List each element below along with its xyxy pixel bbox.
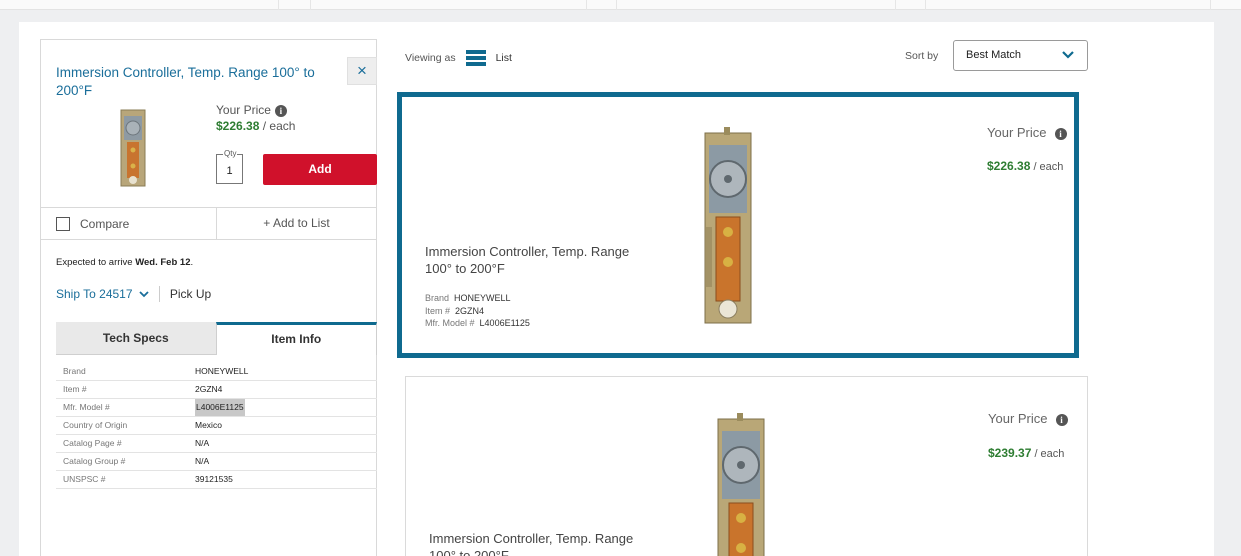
list-view-icon[interactable] <box>465 50 486 66</box>
product-image <box>717 413 765 556</box>
spec-row: Mfr. Model # L4006E1125 <box>56 399 377 417</box>
pick-up-option[interactable]: Pick Up <box>170 287 211 301</box>
your-price-label: Your Price i <box>988 411 1068 426</box>
brand-value: HONEYWELL <box>454 293 511 303</box>
compare-checkbox-group[interactable]: Compare <box>56 217 129 231</box>
compare-row: Compare + Add to List <box>41 207 376 240</box>
sort-by-label: Sort by <box>905 50 939 62</box>
delivery-date: Wed. Feb 12 <box>135 257 191 268</box>
spec-table: Brand HONEYWELL Item #2GZN4 Mfr. Model # L… <box>56 363 377 489</box>
your-price-label: Your Price i <box>216 103 287 117</box>
price-value: $226.38 <box>216 119 260 133</box>
chevron-down-icon <box>139 291 149 298</box>
quick-view-title[interactable]: Immersion Controller, Temp. Range 100° t… <box>56 64 331 100</box>
item-number: 2GZN4 <box>455 305 485 316</box>
spec-row: Country of Origin Mexico <box>56 417 377 435</box>
price: $239.37 / each <box>988 446 1064 460</box>
product-name[interactable]: Immersion Controller, Temp. Range 100° t… <box>425 243 655 277</box>
product-name[interactable]: Immersion Controller, Temp. Range 100° t… <box>429 530 659 556</box>
price-value: $239.37 <box>988 446 1032 460</box>
close-button[interactable]: × <box>347 57 377 85</box>
fulfillment-options: Ship To 24517 Pick Up <box>56 286 211 302</box>
detail-tabs: Tech Specs Item Info <box>56 322 377 355</box>
info-icon[interactable]: i <box>1055 413 1068 426</box>
compare-checkbox[interactable] <box>56 217 70 231</box>
info-icon[interactable]: i <box>1054 127 1067 140</box>
spec-row: Item #2GZN4 <box>56 381 377 399</box>
price: $226.38 / each <box>987 159 1063 173</box>
add-to-cart-button[interactable]: Add <box>263 154 377 185</box>
close-icon: × <box>357 61 367 80</box>
ship-to-selector[interactable]: Ship To 24517 <box>56 287 149 301</box>
qty-label: Qty <box>223 149 238 159</box>
product-meta: Brand HONEYWELL Item # 2GZN4 Mfr. Model … <box>425 293 530 328</box>
view-mode-label[interactable]: List <box>496 52 512 64</box>
product-thumbnail <box>120 109 146 187</box>
price: $226.38 / each <box>216 119 295 133</box>
viewing-as-label: Viewing as <box>405 52 456 64</box>
spec-row: Catalog Group # N/A <box>56 453 377 471</box>
price-value: $226.38 <box>987 159 1031 173</box>
your-price-label: Your Price i <box>987 125 1067 140</box>
compare-label: Compare <box>80 217 130 231</box>
price-unit: / each <box>259 119 296 133</box>
price-unit: / each <box>1031 448 1065 460</box>
spec-row: Catalog Page # N/A <box>56 435 377 453</box>
spec-row: UNSPSC #39121535 <box>56 471 377 489</box>
product-card-selected[interactable]: Immersion Controller, Temp. Range 100° t… <box>397 92 1079 358</box>
quick-view-panel: Immersion Controller, Temp. Range 100° t… <box>40 39 377 556</box>
tab-tech-specs[interactable]: Tech Specs <box>56 322 216 355</box>
model-number: L4006E1125 <box>479 318 530 328</box>
selected-text: L4006E1125 <box>195 399 245 416</box>
view-mode-toggle: Viewing as List <box>405 50 512 66</box>
spec-row: Brand HONEYWELL <box>56 363 377 381</box>
price-unit: / each <box>1030 161 1064 173</box>
sort-select[interactable]: Best Match <box>953 40 1088 71</box>
qty-value: 1 <box>226 165 233 177</box>
quantity-field[interactable]: Qty 1 <box>216 149 243 184</box>
product-image <box>704 127 752 324</box>
tab-item-info[interactable]: Item Info <box>215 322 377 355</box>
sort-value: Best Match <box>966 49 1022 61</box>
add-to-list-button[interactable]: + Add to List <box>216 208 376 239</box>
product-card[interactable]: Immersion Controller, Temp. Range 100° t… <box>405 376 1088 556</box>
delivery-estimate: Expected to arrive Wed. Feb 12. <box>56 257 194 268</box>
chevron-down-icon <box>1062 51 1074 59</box>
info-icon[interactable]: i <box>274 104 287 117</box>
top-strip <box>0 0 1241 10</box>
divider <box>158 286 160 302</box>
